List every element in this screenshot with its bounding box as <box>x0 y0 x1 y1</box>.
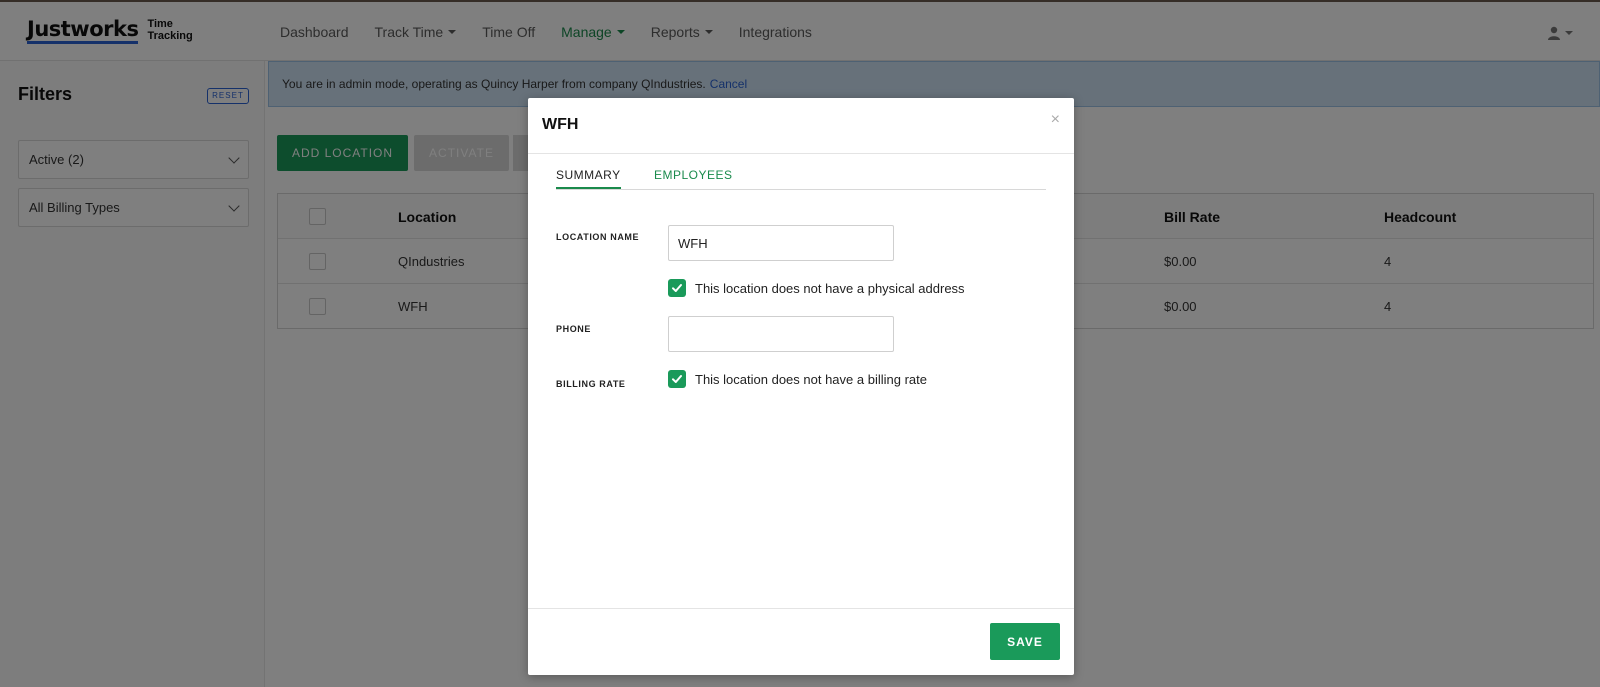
modal-tabs: SUMMARY EMPLOYEES <box>556 168 1046 190</box>
no-billing-rate-checkbox-row[interactable]: This location does not have a billing ra… <box>668 370 927 388</box>
check-icon <box>672 375 682 383</box>
tab-employees[interactable]: EMPLOYEES <box>654 168 733 187</box>
no-physical-address-checkbox-row[interactable]: This location does not have a physical a… <box>668 279 965 297</box>
billing-rate-label: BILLING RATE <box>556 379 626 389</box>
save-button[interactable]: SAVE <box>990 623 1060 660</box>
no-billing-rate-label: This location does not have a billing ra… <box>695 371 927 387</box>
location-modal: WFH × SUMMARY EMPLOYEES LOCATION NAME Th… <box>528 98 1074 675</box>
close-icon[interactable]: × <box>1051 112 1060 128</box>
modal-header: WFH × <box>528 98 1074 154</box>
location-name-label: LOCATION NAME <box>556 232 640 242</box>
phone-label: PHONE <box>556 324 592 334</box>
modal-footer: SAVE <box>528 608 1074 675</box>
no-physical-address-label: This location does not have a physical a… <box>695 280 965 296</box>
modal-title: WFH <box>542 116 579 133</box>
no-physical-address-checkbox[interactable] <box>668 279 686 297</box>
phone-input[interactable] <box>668 316 894 352</box>
location-name-input[interactable] <box>668 225 894 261</box>
no-billing-rate-checkbox[interactable] <box>668 370 686 388</box>
check-icon <box>672 284 682 292</box>
tab-summary[interactable]: SUMMARY <box>556 168 621 189</box>
